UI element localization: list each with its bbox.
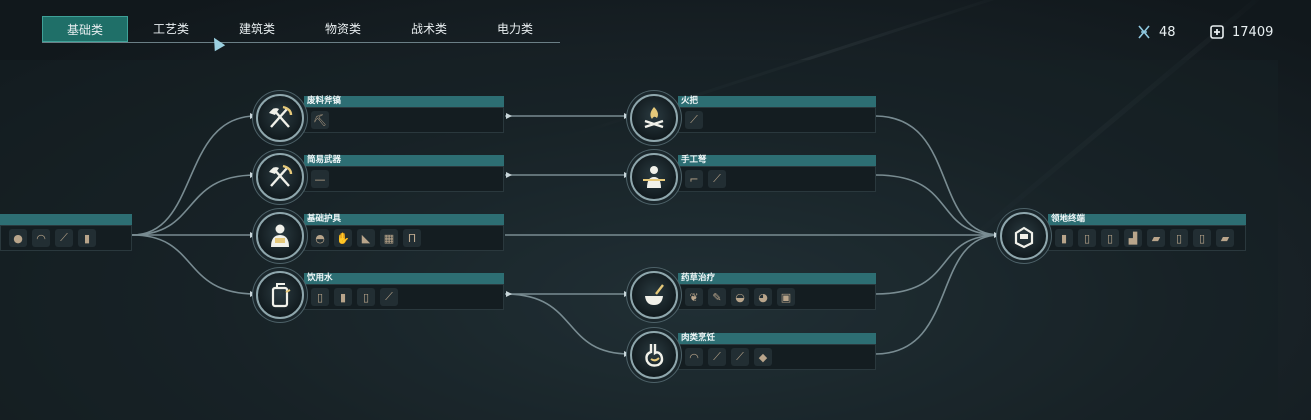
campfire-icon [630, 94, 678, 142]
node-items: ▮ ▯ ▯ ▟ ▰ ▯ ▯ ▰ [1048, 225, 1246, 251]
node-items: — [304, 166, 504, 192]
bandage-icon[interactable]: ✎ [708, 288, 726, 306]
node-basic-armor[interactable]: 基础护具 ◓ ✋ ◣ ▦ Π [256, 212, 504, 260]
ladle-icon[interactable]: ⟋ [380, 288, 398, 306]
torch-icon[interactable]: ⟋ [685, 111, 703, 129]
node-title: 基础护具 [304, 214, 504, 225]
boots-icon[interactable]: ◣ [357, 229, 375, 247]
flask-icon[interactable]: ▯ [357, 288, 375, 306]
window-icon[interactable]: ▰ [1216, 229, 1234, 247]
node-title: 肉类烹饪 [678, 333, 876, 344]
bone-icon[interactable]: ◠ [32, 229, 50, 247]
roof-icon[interactable]: ▰ [1147, 229, 1165, 247]
node-title: 饮用水 [304, 273, 504, 284]
salve-icon[interactable]: ◒ [731, 288, 749, 306]
node-title: 废料斧镐 [304, 96, 504, 107]
stick-icon[interactable]: ⟋ [55, 229, 73, 247]
stairs-icon[interactable]: ▟ [1124, 229, 1142, 247]
pistol-icon[interactable]: ⌐ [685, 170, 703, 188]
node-title: 手工弩 [678, 155, 876, 166]
node-title: 火把 [678, 96, 876, 107]
vest-icon[interactable]: ▦ [380, 229, 398, 247]
skewer-icon[interactable]: ⟋ [708, 348, 726, 366]
herb-icon[interactable]: ❦ [685, 288, 703, 306]
meat-icon[interactable]: ◠ [685, 348, 703, 366]
steak-icon[interactable]: ◆ [754, 348, 772, 366]
axe-pickaxe-icon [256, 153, 304, 201]
node-items: ◓ ✋ ◣ ▦ Π [304, 225, 504, 251]
node-items: ⌐ ⟋ [678, 166, 876, 192]
node-items: ⟋ [678, 107, 876, 133]
node-items: ▯ ▮ ▯ ⟋ [304, 284, 504, 310]
cloth-icon[interactable]: ▮ [78, 229, 96, 247]
root-node-items: ● ◠ ⟋ ▮ [0, 225, 132, 251]
crossbow-icon[interactable]: ⟋ [708, 170, 726, 188]
mortar-icon [630, 271, 678, 319]
stomach-icon [630, 331, 678, 379]
club-icon[interactable]: — [311, 170, 329, 188]
node-herbal-treatment[interactable]: 药草治疗 ❦ ✎ ◒ ◕ ▣ [630, 271, 876, 319]
gloves-icon[interactable]: ✋ [334, 229, 352, 247]
node-simple-weapon[interactable]: 简易武器 — [256, 153, 504, 201]
canteen-icon[interactable]: ▮ [334, 288, 352, 306]
door-icon[interactable]: ▯ [1078, 229, 1096, 247]
armored-person-icon [256, 212, 304, 260]
terminal-icon [1000, 212, 1048, 260]
node-torch[interactable]: 火把 ⟋ [630, 94, 876, 142]
wall-icon[interactable]: ▮ [1055, 229, 1073, 247]
node-handmade-crossbow[interactable]: 手工弩 ⌐ ⟋ [630, 153, 876, 201]
pants-icon[interactable]: Π [403, 229, 421, 247]
pickaxe-icon[interactable]: ⛏ [311, 111, 329, 129]
node-territory-terminal[interactable]: 领地终端 ▮ ▯ ▯ ▟ ▰ ▯ ▯ ▰ [1000, 212, 1246, 260]
floor-icon[interactable]: ▯ [1170, 229, 1188, 247]
node-scrap-tool[interactable]: 废料斧镐 ⛏ [256, 94, 504, 142]
root-node-header [0, 214, 132, 225]
node-title: 简易武器 [304, 155, 504, 166]
node-drinking-water[interactable]: 饮用水 ▯ ▮ ▯ ⟋ [256, 271, 504, 319]
sausage-icon[interactable]: ⟋ [731, 348, 749, 366]
node-items: ⛏ [304, 107, 504, 133]
node-title: 领地终端 [1048, 214, 1246, 225]
crossbow-person-icon [630, 153, 678, 201]
jerrycan-icon [256, 271, 304, 319]
axe-pickaxe-icon [256, 94, 304, 142]
node-title: 药草治疗 [678, 273, 876, 284]
node-items: ◠ ⟋ ⟋ ◆ [678, 344, 876, 370]
node-meat-cooking[interactable]: 肉类烹饪 ◠ ⟋ ⟋ ◆ [630, 331, 876, 379]
foundation-icon[interactable]: ▯ [1193, 229, 1211, 247]
stone-icon[interactable]: ● [9, 229, 27, 247]
pouch-icon[interactable]: ◕ [754, 288, 772, 306]
helmet-icon[interactable]: ◓ [311, 229, 329, 247]
kit-icon[interactable]: ▣ [777, 288, 795, 306]
node-items: ❦ ✎ ◒ ◕ ▣ [678, 284, 876, 310]
bottle-icon[interactable]: ▯ [311, 288, 329, 306]
door2-icon[interactable]: ▯ [1101, 229, 1119, 247]
